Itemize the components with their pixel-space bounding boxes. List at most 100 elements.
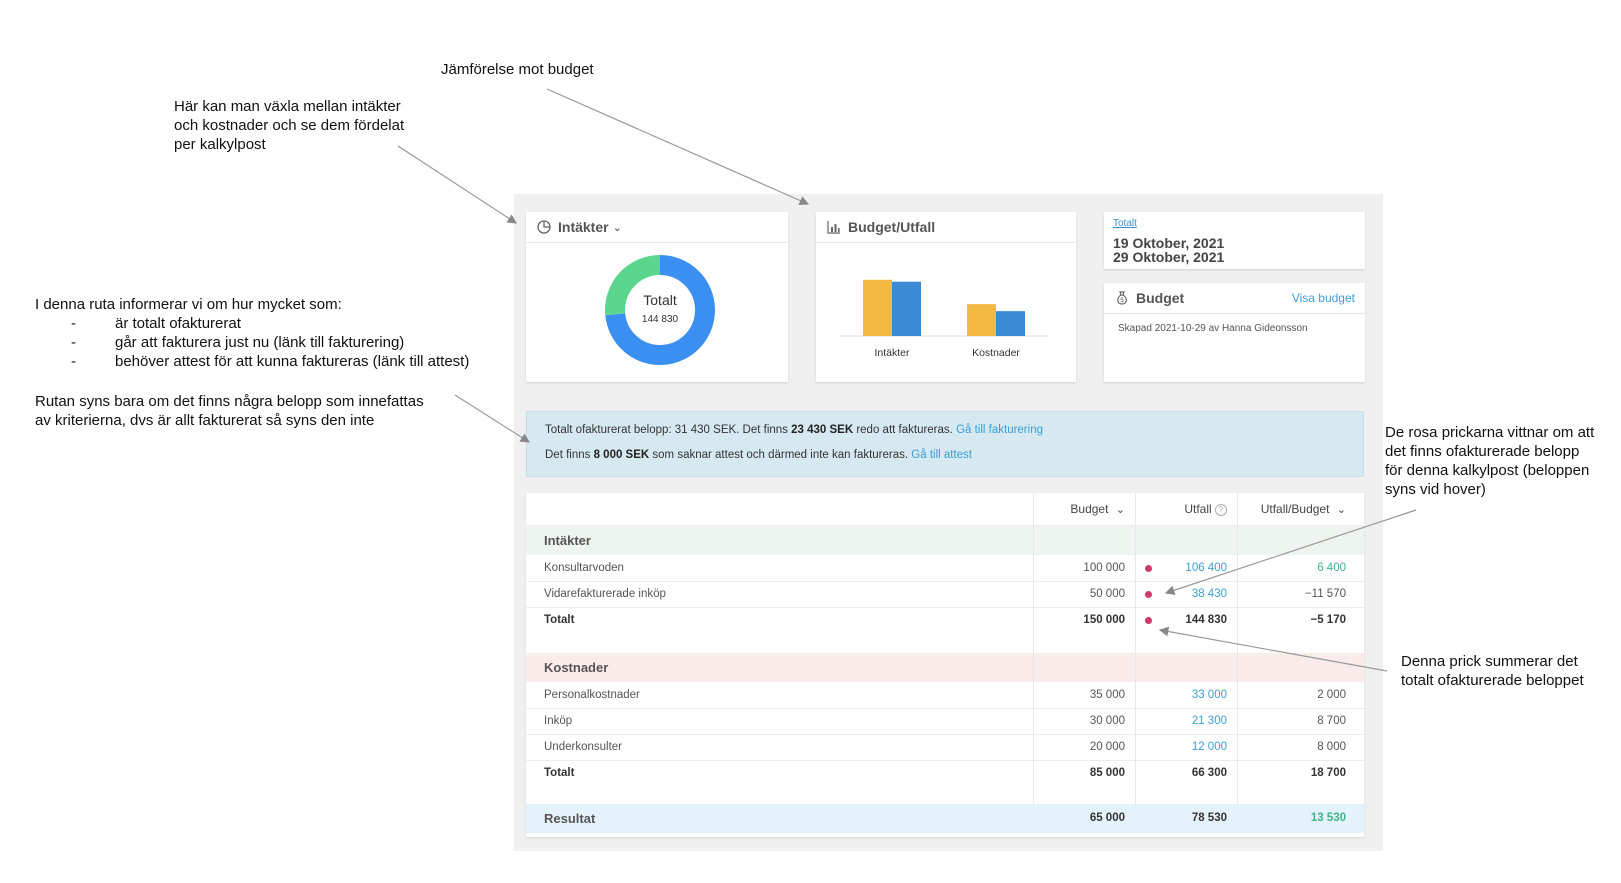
budget-column-header[interactable]: Budget ⌄ [1033, 493, 1135, 525]
annotation-pink-dots: De rosa prickarna vittnar om att det fin… [1385, 423, 1594, 499]
row-outcome[interactable]: 12 000 [1135, 734, 1237, 760]
row-outcome-cell: 144 830 [1135, 607, 1237, 633]
pie-chart-icon [536, 219, 552, 235]
annotation-text: Jämförelse mot budget [441, 61, 594, 78]
ratio-column-header[interactable]: Utfall/Budget ⌄ [1237, 493, 1364, 525]
info-text: Det finns [545, 449, 594, 461]
annotation-line: I denna ruta informerar vi om hur mycket… [35, 296, 342, 313]
budget-card: $ Budget Visa budget Skapad 2021-10-29 a… [1104, 283, 1365, 382]
annotation-bullet: - går att fakturera just nu (länk till fa… [71, 334, 405, 351]
uninvoiced-dot[interactable] [1145, 565, 1152, 572]
budget-card-header: $ Budget Visa budget [1104, 283, 1365, 314]
row-outcome[interactable]: 38 430 [1192, 588, 1227, 600]
row-name: Totalt [544, 614, 575, 626]
money-bag-icon: $ [1114, 290, 1130, 306]
table-header: Budget ⌄ Utfall ? Utfall/Budget ⌄ [526, 493, 1364, 525]
ready-amount: 23 430 SEK [791, 424, 854, 436]
bar-chart: Intäkter Kostnader [840, 279, 1048, 359]
bar-budget[interactable] [967, 304, 996, 336]
row-budget: 150 000 [1083, 614, 1125, 626]
bar-outcome[interactable] [996, 311, 1025, 336]
divider [1135, 493, 1136, 804]
info-line-1: Totalt ofakturerat belopp: 31 430 SEK. D… [545, 424, 1043, 436]
annotation-info: I denna ruta informerar vi om hur mycket… [35, 295, 469, 371]
annotation-bullet: - är totalt ofakturerat [71, 315, 241, 332]
income-section-title: Intäkter [544, 533, 591, 548]
utfall-column-header[interactable]: Utfall ? [1135, 493, 1237, 525]
go-to-attest-link[interactable]: Gå till attest [911, 449, 972, 461]
row-diff: 18 700 [1310, 767, 1346, 779]
donut-chart: Totalt 144 830 [604, 254, 716, 366]
unattested-amount: 8 000 SEK [593, 449, 650, 461]
result-row: Resultat 65 000 78 530 13 530 [526, 804, 1364, 833]
annotation-visibility: Rutan syns bara om det finns några belop… [35, 392, 424, 430]
row-diff: −11 570 [1304, 588, 1346, 600]
uninvoiced-info-box: Totalt ofakturerat belopp: 31 430 SEK. D… [526, 411, 1364, 477]
annotation-line: syns vid hover) [1385, 481, 1486, 498]
bar-outcome[interactable] [892, 281, 921, 336]
bar-budget[interactable] [863, 279, 892, 336]
divider [1033, 493, 1034, 804]
header-label: Utfall [1184, 502, 1212, 516]
date-range-card: Totalt 19 Oktober, 2021 29 Oktober, 2021 [1104, 212, 1365, 269]
table-row: Vidarefakturerade inköp 50 000 38 430 −1… [526, 581, 1364, 607]
row-budget: 30 000 [1089, 715, 1125, 727]
total-uninvoiced-dot[interactable] [1145, 617, 1152, 624]
divider [526, 734, 1364, 735]
row-budget: 85 000 [1089, 767, 1125, 779]
row-outcome-cell: 38 430 [1135, 581, 1237, 607]
bullet-text: är totalt ofakturerat [115, 315, 241, 332]
row-budget: 50 000 [1089, 588, 1125, 600]
bullet-text: går att fakturera just nu (länk till fak… [115, 334, 405, 351]
row-outcome[interactable]: 21 300 [1135, 708, 1237, 734]
chevron-down-icon: ⌄ [1336, 504, 1346, 516]
donut-card-title[interactable]: Intäkter [558, 219, 609, 235]
annotation-line: De rosa prickarna vittnar om att [1385, 424, 1595, 441]
chart-card-header: Budget/Utfall [816, 212, 1076, 243]
uninvoiced-dot[interactable] [1145, 591, 1152, 598]
row-outcome: 144 830 [1185, 614, 1227, 626]
go-to-invoicing-link[interactable]: Gå till fakturering [956, 424, 1043, 436]
cost-total-row: Totalt 85 000 66 300 18 700 [526, 760, 1364, 786]
chart-card-title: Budget/Utfall [848, 219, 936, 235]
row-diff: −5 170 [1310, 614, 1347, 626]
result-outcome: 78 530 [1191, 812, 1227, 824]
annotation-line: det finns ofakturerade belopp [1385, 443, 1580, 460]
annotation-line: av kriterierna, dvs är allt fakturerat s… [35, 412, 375, 429]
row-name: Inköp [544, 715, 573, 727]
table-row: Personalkostnader 35 000 33 000 2 000 [526, 682, 1364, 708]
row-name: Personalkostnader [544, 689, 640, 701]
svg-text:$: $ [1120, 298, 1124, 304]
bar-chart-icon [826, 219, 842, 235]
arrow-budget-compare [546, 88, 810, 206]
divider [526, 708, 1364, 709]
x-tick-label: Kostnader [972, 347, 1020, 359]
annotation-line: per kalkylpost [174, 136, 266, 153]
divider [526, 760, 1364, 761]
annotation-line: och kostnader och se dem fördelat [174, 117, 405, 134]
income-donut-card: Intäkter ⌄ Totalt 144 830 [526, 212, 788, 382]
donut-center-label: Totalt [643, 292, 677, 308]
row-outcome[interactable]: 33 000 [1135, 682, 1237, 708]
info-line-2: Det finns 8 000 SEK som saknar attest oc… [545, 449, 972, 461]
row-budget: 20 000 [1089, 741, 1125, 753]
total-period-link[interactable]: Totalt [1113, 218, 1137, 229]
budget-card-title: Budget [1136, 290, 1185, 306]
annotation-sum-dot: Denna prick summerar det totalt ofakture… [1401, 652, 1584, 690]
annotation-bullet: - behöver attest för att kunna faktureras… [71, 353, 470, 370]
divider [526, 525, 1364, 526]
result-label: Resultat [544, 811, 596, 826]
chevron-down-icon: ⌄ [1115, 504, 1125, 516]
annotation-line: totalt ofakturerade beloppet [1401, 672, 1584, 689]
help-icon[interactable]: ? [1215, 503, 1227, 516]
budget-table: Budget ⌄ Utfall ? Utfall/Budget ⌄ Intäkt… [526, 493, 1364, 837]
show-budget-link[interactable]: Visa budget [1292, 291, 1355, 305]
row-outcome[interactable]: 106 400 [1185, 562, 1227, 574]
donut-card-header[interactable]: Intäkter ⌄ [526, 212, 788, 243]
cost-section-title: Kostnader [544, 660, 609, 675]
x-tick-label: Intäkter [874, 347, 910, 359]
annotation-line: Här kan man växla mellan intäkter [174, 98, 401, 115]
row-diff: 6 400 [1317, 562, 1346, 574]
chevron-down-icon[interactable]: ⌄ [613, 221, 622, 234]
row-name: Konsultarvoden [544, 562, 624, 574]
